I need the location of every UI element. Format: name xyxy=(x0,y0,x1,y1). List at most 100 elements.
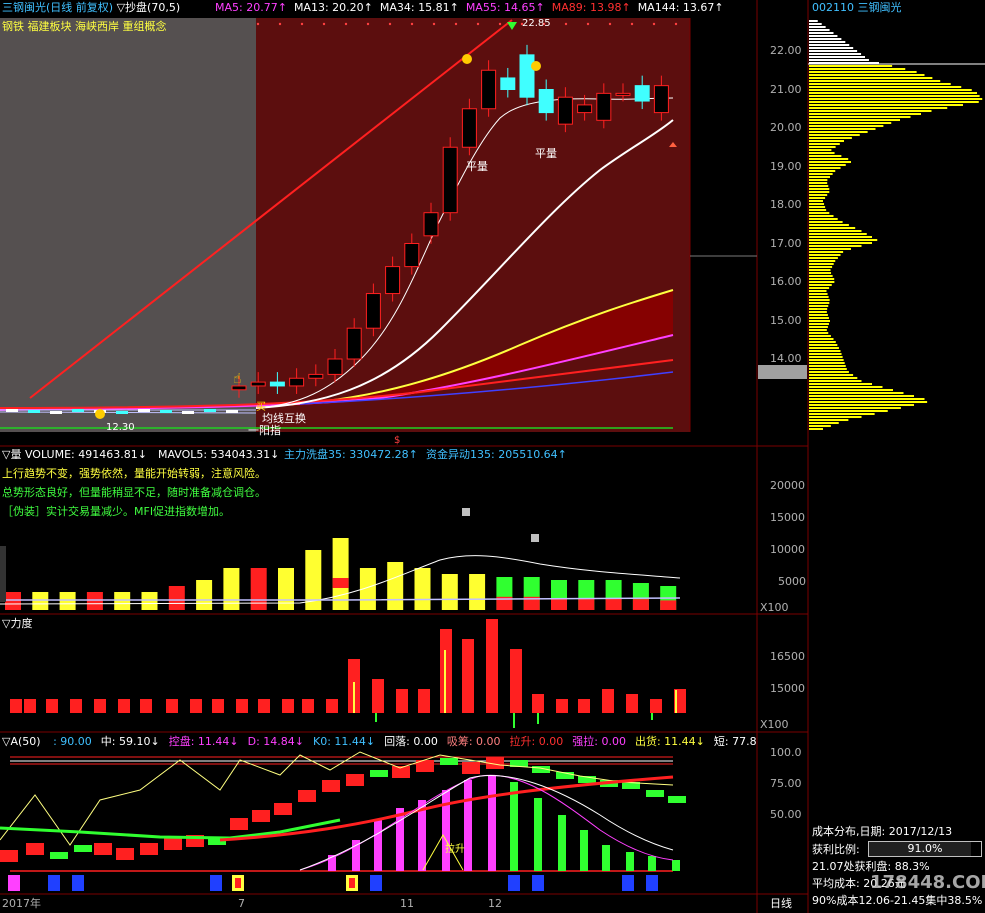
candle-body xyxy=(404,243,420,268)
force-bar xyxy=(602,689,614,713)
volume-bar xyxy=(32,592,49,610)
stock-name[interactable]: 三钢闽光 xyxy=(2,1,46,14)
candle-body-small xyxy=(72,409,84,412)
force-bar xyxy=(650,699,662,713)
indicator-label[interactable]: ▽抄盘(70,5) xyxy=(117,1,181,14)
cost-bar xyxy=(809,353,842,355)
price-axis-highlight xyxy=(758,365,807,379)
cost-bar xyxy=(809,50,858,52)
cost-bar xyxy=(809,65,893,67)
a-box xyxy=(322,780,340,792)
date-label-11: 11 xyxy=(400,897,414,910)
a-box xyxy=(462,762,480,774)
a-box xyxy=(370,770,388,777)
cost-bar xyxy=(809,392,904,394)
ma-legend-item: MA144: 13.67↑ xyxy=(637,1,724,14)
cost-bar xyxy=(809,239,878,241)
a-column xyxy=(626,852,634,871)
profit-ratio-bar: 91.0% xyxy=(868,841,982,857)
cost-bar xyxy=(809,158,849,160)
a-legend-item: : 90.00 xyxy=(53,735,92,748)
cost-bar xyxy=(809,386,883,388)
cost-bar xyxy=(809,389,893,391)
cost-bar xyxy=(809,398,925,400)
a-legend-item: 短: 77.8 xyxy=(713,735,757,748)
cost-bar xyxy=(809,95,980,97)
period-tab-daily[interactable]: 日线 xyxy=(770,897,792,910)
cost-bar xyxy=(809,110,932,112)
volume-left-scroll[interactable] xyxy=(0,546,6,602)
a-box xyxy=(26,843,44,855)
cost-bar xyxy=(809,320,830,322)
cost-bar xyxy=(809,215,834,217)
volume-bar xyxy=(441,574,458,610)
cost-bar xyxy=(809,308,828,310)
volume-marker-square-1 xyxy=(462,508,470,516)
cost-bar xyxy=(809,176,830,178)
a-legend-item: 出货: 11.44↓ xyxy=(634,735,705,748)
force-bar xyxy=(326,699,338,713)
cost-bar xyxy=(809,311,827,313)
volume-title[interactable]: ▽量 VOLUME: 491463.81↓ xyxy=(2,448,147,461)
a-panel-legend: ▽A(50) : 90.00 中: 59.10↓ 控盘: 11.44↓ D: 14.8… xyxy=(2,735,757,748)
cost-bar xyxy=(809,302,830,304)
volume-bar xyxy=(141,592,158,610)
cost-bar xyxy=(809,326,828,328)
cost-bar xyxy=(809,131,868,133)
cost-bar xyxy=(809,116,911,118)
a-box xyxy=(0,850,18,862)
a-box xyxy=(252,810,270,822)
right-panel-title[interactable]: 002110 三钢闽光 xyxy=(812,1,902,14)
cost-bar xyxy=(809,248,851,250)
force-bar xyxy=(626,694,638,713)
cost-bar xyxy=(809,71,917,73)
force-title[interactable]: ▽力度 xyxy=(2,617,32,630)
period-label[interactable]: (日线 前复权) xyxy=(46,1,113,14)
cost-bar xyxy=(809,86,962,88)
cost-bar xyxy=(809,98,983,100)
cost-bar xyxy=(809,164,846,166)
candle-body-small xyxy=(182,411,194,414)
a-box xyxy=(164,838,182,850)
volume-axis-5000: 5000 xyxy=(778,575,806,588)
cost-bar xyxy=(809,374,854,376)
cost-bar xyxy=(809,92,977,94)
candle-body xyxy=(385,266,401,295)
cost-bar xyxy=(809,23,822,25)
cost-bar xyxy=(809,221,843,223)
a-legend-item: 控盘: 11.44↓ xyxy=(168,735,239,748)
concept-tags[interactable]: 钢铁 福建板块 海峡西岸 重组概念 xyxy=(2,20,167,33)
a-column xyxy=(534,798,542,871)
header-row: 三钢闽光(日线 前复权) ▽抄盘(70,5) xyxy=(2,1,180,14)
volume-bar xyxy=(114,592,131,610)
a-panel-title[interactable]: ▽A(50) xyxy=(2,735,41,748)
volume-bar-lower xyxy=(605,598,622,610)
a-axis-75: 75.00 xyxy=(770,777,802,790)
cost-bar xyxy=(809,179,828,181)
candle-body-small xyxy=(6,409,18,412)
volume-bar xyxy=(278,568,294,610)
force-unit: X100 xyxy=(760,718,789,731)
cursor-hand-icon: ☝ xyxy=(233,371,242,387)
cost-bar xyxy=(809,284,832,286)
cost-bar xyxy=(809,200,823,202)
a-legend-item: 强拉: 0.00 xyxy=(572,735,626,748)
a-marker xyxy=(622,875,634,891)
cost-bar xyxy=(809,419,849,421)
a-marker-inner xyxy=(349,878,355,888)
a-box xyxy=(298,790,316,802)
price-axis-tick: 21.00 xyxy=(770,82,802,96)
cost-bar xyxy=(809,254,841,256)
cost-bar xyxy=(809,329,827,331)
force-bar xyxy=(24,699,36,713)
cost-bar xyxy=(809,314,828,316)
volume-marker-square-2 xyxy=(531,534,539,542)
candle-body xyxy=(519,54,535,98)
price-axis-tick: 22.00 xyxy=(770,44,802,57)
candle-body xyxy=(289,377,305,387)
cost-bar xyxy=(809,428,823,430)
dollar-icon: $ xyxy=(394,435,401,446)
a-column xyxy=(580,830,588,871)
ma-legend-item: MA13: 20.20↑ xyxy=(293,1,373,14)
cost-bar xyxy=(809,404,914,406)
